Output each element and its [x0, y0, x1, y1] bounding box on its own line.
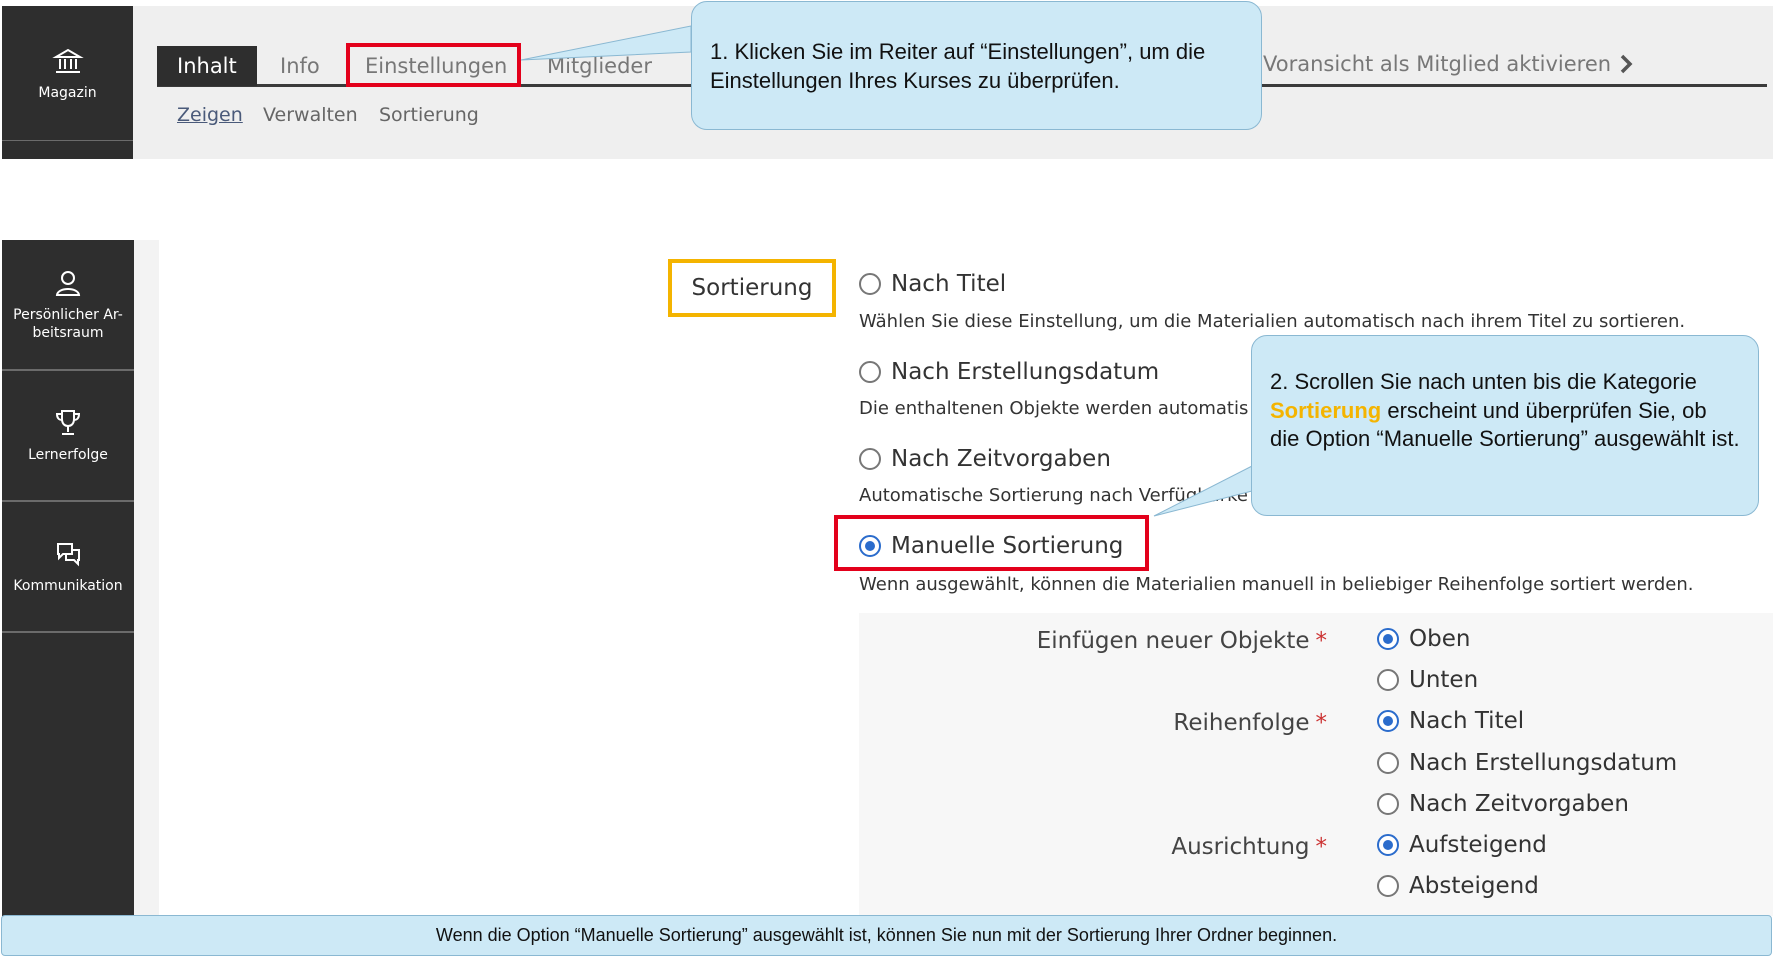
label-einfuegen-neuer-objekte: Einfügen neuer Objekte *	[1027, 628, 1327, 654]
tab-inhalt[interactable]: Inhalt	[157, 46, 257, 86]
tab-info[interactable]: Info	[260, 46, 340, 86]
required-marker: *	[1315, 628, 1328, 654]
label-text: Reihenfolge	[1173, 710, 1310, 736]
radio-label: Unten	[1409, 667, 1479, 693]
radio-button[interactable]	[859, 361, 881, 383]
option-description: Wenn ausgewählt, können die Materialien …	[859, 574, 1694, 595]
bank-icon	[51, 48, 84, 73]
radio-button[interactable]	[859, 448, 881, 470]
nav-item-label: Lernerfolge	[28, 446, 108, 463]
label-reihenfolge: Reihenfolge *	[1027, 710, 1327, 736]
nav-item-kommunikation[interactable]: Kommunikation	[2, 502, 134, 633]
radio-oben[interactable]: Oben	[1377, 626, 1470, 652]
subtab-zeigen[interactable]: Zeigen	[177, 104, 243, 126]
radio-button[interactable]	[1377, 793, 1399, 815]
callout-2-highlight: Sortierung	[1270, 397, 1382, 423]
content-gutter	[134, 240, 159, 916]
radio-label: Nach Erstellungsdatum	[891, 359, 1160, 385]
chevron-right-icon	[1620, 54, 1633, 74]
label-text: Einfügen neuer Objekte	[1036, 628, 1310, 654]
radio-reihenfolge-nach-erstellungsdatum[interactable]: Nach Erstellungsdatum	[1377, 750, 1677, 776]
nav-item-label: Magazin	[38, 85, 97, 101]
callout-2-pointer	[1153, 463, 1257, 517]
callout-1: 1. Klicken Sie im Reiter auf “Einstellun…	[691, 1, 1262, 130]
radio-button[interactable]	[1377, 752, 1399, 774]
nav-top: Magazin	[2, 6, 133, 159]
radio-button[interactable]	[1377, 834, 1399, 856]
option-description: Die enthaltenen Objekte werden automatis	[859, 398, 1249, 419]
bottom-note: Wenn die Option “Manuelle Sortierung” au…	[1, 915, 1772, 956]
nav-item-arbeitsraum[interactable]: Persönlicher Ar- beitsraum	[2, 240, 134, 371]
radio-nach-erstellungsdatum[interactable]: Nach Erstellungsdatum	[859, 359, 1159, 385]
required-marker: *	[1315, 710, 1328, 736]
preview-link[interactable]: Voransicht als Mitglied aktivieren	[1263, 52, 1633, 76]
radio-reihenfolge-nach-zeitvorgaben[interactable]: Nach Zeitvorgaben	[1377, 791, 1629, 817]
highlight-einstellungen	[346, 43, 521, 87]
radio-button[interactable]	[1377, 669, 1399, 691]
label-ausrichtung: Ausrichtung *	[1027, 834, 1327, 860]
radio-label: Nach Titel	[1409, 708, 1525, 734]
radio-reihenfolge-nach-titel[interactable]: Nach Titel	[1377, 708, 1524, 734]
radio-unten[interactable]: Unten	[1377, 667, 1478, 693]
radio-absteigend[interactable]: Absteigend	[1377, 873, 1539, 899]
radio-label: Aufsteigend	[1409, 832, 1547, 858]
highlight-manuelle-sortierung	[834, 515, 1149, 571]
radio-button[interactable]	[1377, 875, 1399, 897]
section-label-text: Sortierung	[691, 275, 813, 301]
nav-item-label: Kommunikation	[13, 577, 123, 594]
subtab-sortierung[interactable]: Sortierung	[379, 104, 479, 126]
radio-label: Nach Zeitvorgaben	[891, 446, 1111, 472]
radio-label: Absteigend	[1409, 873, 1539, 899]
nav-main: Persönlicher Ar- beitsraum Lernerfolge K…	[2, 240, 134, 916]
option-description: Wählen Sie diese Einstellung, um die Mat…	[859, 311, 1686, 332]
preview-link-label: Voransicht als Mitglied aktivieren	[1263, 52, 1612, 76]
radio-nach-zeitvorgaben[interactable]: Nach Zeitvorgaben	[859, 446, 1111, 472]
callout-2-prefix: 2. Scrollen Sie nach unten bis die Kateg…	[1270, 369, 1697, 394]
bottom-note-text: Wenn die Option “Manuelle Sortierung” au…	[435, 925, 1338, 945]
user-icon	[55, 271, 81, 296]
label-text: Ausrichtung	[1171, 834, 1310, 860]
radio-label: Nach Zeitvorgaben	[1409, 791, 1629, 817]
callout-2: 2. Scrollen Sie nach unten bis die Kateg…	[1251, 335, 1759, 516]
nav-item-lernerfolge[interactable]: Lernerfolge	[2, 371, 134, 502]
callout-1-pointer	[520, 25, 692, 61]
section-label-sortierung: Sortierung	[668, 259, 836, 317]
radio-button[interactable]	[859, 273, 881, 295]
radio-nach-titel[interactable]: Nach Titel	[859, 271, 1006, 297]
nav-item-magazin[interactable]: Magazin	[2, 6, 133, 141]
nav-item-label: Persönlicher Ar- beitsraum	[13, 307, 123, 341]
required-marker: *	[1315, 834, 1328, 860]
trophy-icon	[55, 409, 81, 435]
radio-label: Nach Erstellungsdatum	[1409, 750, 1678, 776]
radio-aufsteigend[interactable]: Aufsteigend	[1377, 832, 1547, 858]
radio-label: Nach Titel	[891, 271, 1007, 297]
callout-1-text: 1. Klicken Sie im Reiter auf “Einstellun…	[710, 39, 1206, 93]
radio-button[interactable]	[1377, 628, 1399, 650]
chat-icon	[57, 542, 80, 567]
radio-label: Oben	[1409, 626, 1471, 652]
subtab-verwalten[interactable]: Verwalten	[263, 104, 358, 126]
radio-button[interactable]	[1377, 710, 1399, 732]
